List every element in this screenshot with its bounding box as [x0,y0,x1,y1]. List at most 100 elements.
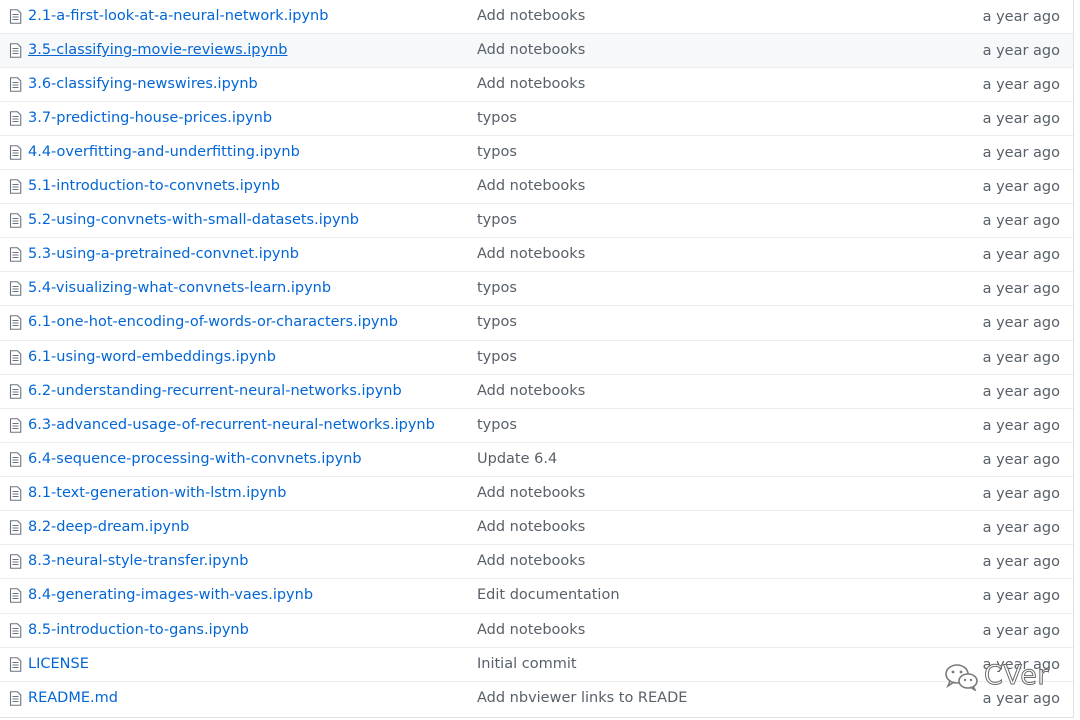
file-name-link[interactable]: 4.4-overfitting-and-underfitting.ipynb [28,136,300,169]
commit-message-link[interactable]: Update 6.4 [477,443,557,476]
commit-message-link[interactable]: Initial commit [477,648,577,681]
commit-age: a year ago [982,111,1060,127]
commit-message-link[interactable]: Add notebooks [477,375,585,408]
file-name-link[interactable]: 5.1-introduction-to-convnets.ipynb [28,170,280,203]
file-name-link[interactable]: 2.1-a-first-look-at-a-neural-network.ipy… [28,0,328,33]
commit-age: a year ago [982,213,1060,229]
file-name-link[interactable]: README.md [28,682,118,715]
file-row[interactable]: 6.2-understanding-recurrent-neural-netwo… [0,374,1073,408]
commit-message-link[interactable]: Add notebooks [477,34,585,67]
commit-message-link[interactable]: Add notebooks [477,614,585,647]
file-icon [9,213,22,228]
file-row[interactable]: 3.7-predicting-house-prices.ipynb typos a … [0,101,1073,135]
commit-age: a year ago [982,657,1060,673]
file-name-link[interactable]: LICENSE [28,648,89,681]
file-row[interactable]: 4.4-overfitting-and-underfitting.ipynb ty… [0,135,1073,169]
commit-age: a year ago [982,588,1060,604]
commit-age: a year ago [982,350,1060,366]
file-icon [9,179,22,194]
commit-message-link[interactable]: typos [477,306,517,339]
commit-age: a year ago [982,691,1060,707]
file-row[interactable]: 3.5-classifying-movie-reviews.ipynb Add n… [0,33,1073,67]
commit-message-link[interactable]: typos [477,204,517,237]
commit-age: a year ago [982,247,1060,263]
file-name-link[interactable]: 8.5-introduction-to-gans.ipynb [28,614,249,647]
file-name-link[interactable]: 6.4-sequence-processing-with-convnets.ip… [28,443,362,476]
file-row[interactable]: 8.1-text-generation-with-lstm.ipynb Add n… [0,476,1073,510]
commit-age: a year ago [982,281,1060,297]
file-row[interactable]: README.md Add nbviewer links to READE a ye… [0,681,1073,715]
commit-age: a year ago [982,418,1060,434]
file-name-link[interactable]: 5.2-using-convnets-with-small-datasets.i… [28,204,359,237]
commit-message-link[interactable]: Add notebooks [477,0,585,33]
file-row[interactable]: 8.4-generating-images-with-vaes.ipynb Edi… [0,578,1073,612]
commit-message-link[interactable]: typos [477,409,517,442]
commit-age: a year ago [982,554,1060,570]
commit-age: a year ago [982,77,1060,93]
file-row[interactable]: 5.4-visualizing-what-convnets-learn.ipyn… [0,271,1073,305]
file-icon [9,452,22,467]
file-icon [9,657,22,672]
commit-message-link[interactable]: Add notebooks [477,511,585,544]
file-row[interactable]: 8.5-introduction-to-gans.ipynb Add notebo… [0,613,1073,647]
commit-message-link[interactable]: Add notebooks [477,170,585,203]
file-name-link[interactable]: 3.6-classifying-newswires.ipynb [28,68,258,101]
commit-message-link[interactable]: Edit documentation [477,579,620,612]
file-row[interactable]: 6.4-sequence-processing-with-convnets.ip… [0,442,1073,476]
commit-message-link[interactable]: Add nbviewer links to READE [477,682,687,715]
file-icon [9,588,22,603]
file-name-link[interactable]: 8.3-neural-style-transfer.ipynb [28,545,248,578]
file-row[interactable]: 5.1-introduction-to-convnets.ipynb Add no… [0,169,1073,203]
file-icon [9,315,22,330]
file-name-link[interactable]: 8.2-deep-dream.ipynb [28,511,189,544]
commit-message-link[interactable]: Add notebooks [477,477,585,510]
commit-message-link[interactable]: typos [477,341,517,374]
file-icon [9,43,22,58]
file-icon [9,384,22,399]
file-icon [9,111,22,126]
file-name-link[interactable]: 8.4-generating-images-with-vaes.ipynb [28,579,313,612]
file-row[interactable]: 8.3-neural-style-transfer.ipynb Add noteb… [0,544,1073,578]
commit-message-link[interactable]: typos [477,102,517,135]
commit-message-link[interactable]: typos [477,136,517,169]
file-row[interactable]: 5.2-using-convnets-with-small-datasets.i… [0,203,1073,237]
file-row[interactable]: LICENSE Initial commit a year ago [0,647,1073,681]
commit-message-link[interactable]: Add notebooks [477,238,585,271]
file-icon [9,350,22,365]
file-row[interactable]: 6.1-using-word-embeddings.ipynb typos a ye… [0,340,1073,374]
file-name-link[interactable]: 8.1-text-generation-with-lstm.ipynb [28,477,286,510]
file-row[interactable]: 5.3-using-a-pretrained-convnet.ipynb Add … [0,237,1073,271]
commit-age: a year ago [982,452,1060,468]
file-icon [9,520,22,535]
commit-age: a year ago [982,43,1060,59]
file-name-link[interactable]: 6.2-understanding-recurrent-neural-netwo… [28,375,402,408]
commit-message-link[interactable]: Add notebooks [477,68,585,101]
commit-message-link[interactable]: Add notebooks [477,545,585,578]
file-name-link[interactable]: 6.3-advanced-usage-of-recurrent-neural-n… [28,409,435,442]
file-name-link[interactable]: 5.3-using-a-pretrained-convnet.ipynb [28,238,299,271]
file-icon [9,486,22,501]
commit-age: a year ago [982,315,1060,331]
file-row[interactable]: 8.2-deep-dream.ipynb Add notebooks a year … [0,510,1073,544]
file-icon [9,281,22,296]
file-name-link[interactable]: 6.1-one-hot-encoding-of-words-or-charact… [28,306,398,339]
file-row[interactable]: 2.1-a-first-look-at-a-neural-network.ipy… [0,0,1073,34]
file-icon [9,145,22,160]
file-row[interactable]: 6.1-one-hot-encoding-of-words-or-charact… [0,305,1073,339]
commit-age: a year ago [982,145,1060,161]
commit-age: a year ago [982,179,1060,195]
file-icon [9,623,22,638]
file-icon [9,247,22,262]
file-icon [9,691,22,706]
file-name-link[interactable]: 5.4-visualizing-what-convnets-learn.ipyn… [28,272,331,305]
file-name-link[interactable]: 3.7-predicting-house-prices.ipynb [28,102,272,135]
file-name-link[interactable]: 6.1-using-word-embeddings.ipynb [28,341,276,374]
commit-age: a year ago [982,9,1060,25]
file-icon [9,418,22,433]
commit-message-link[interactable]: typos [477,272,517,305]
file-name-link[interactable]: 3.5-classifying-movie-reviews.ipynb [28,34,288,67]
file-row[interactable]: 3.6-classifying-newswires.ipynb Add noteb… [0,67,1073,101]
commit-age: a year ago [982,384,1060,400]
file-row[interactable]: 6.3-advanced-usage-of-recurrent-neural-n… [0,408,1073,442]
file-icon [9,77,22,92]
